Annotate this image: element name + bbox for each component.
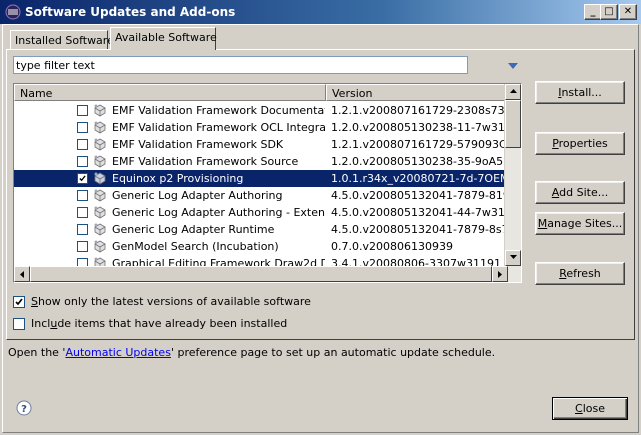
table-row[interactable]: EMF Validation Framework SDK 1.2.1.v20080… [14,136,506,153]
arrow-right-icon [498,271,502,278]
table-row[interactable]: EMF Validation Framework Source 1.2.0.v20… [14,153,506,170]
row-checkbox[interactable] [77,105,88,116]
row-checkbox[interactable] [77,173,88,184]
install-button[interactable]: Install... [535,81,625,104]
svg-text:?: ? [21,404,27,415]
help-icon[interactable]: ? [16,400,32,416]
show-latest-label: Show only the latest versions of availab… [31,295,311,308]
feature-version: 4.5.0.v200805132041-7879-8192A5 [331,189,506,202]
row-checkbox[interactable] [77,241,88,252]
arrow-left-icon [20,271,24,278]
table-row[interactable]: GenModel Search (Incubation) 0.7.0.v20080… [14,238,506,255]
plugin-icon [94,223,106,236]
row-checkbox[interactable] [77,156,88,167]
add-site-button[interactable]: Add Site... [535,181,625,204]
row-checkbox[interactable] [77,224,88,235]
feature-name: EMF Validation Framework SDK [112,138,284,151]
refresh-button[interactable]: Refresh [535,262,625,285]
properties-button[interactable]: Properties [535,132,625,155]
table-row[interactable]: Generic Log Adapter Authoring 4.5.0.v2008… [14,187,506,204]
feature-version: 1.2.1.v200807161729-2308s733I3E6 [331,104,506,117]
tab-available-software[interactable]: Available Software [110,27,217,50]
column-header-version[interactable]: Version [326,84,521,101]
feature-name: Generic Log Adapter Authoring [112,189,283,202]
scroll-right-button[interactable] [492,266,508,282]
column-header-name[interactable]: Name [14,84,326,101]
scroll-up-button[interactable] [505,84,521,100]
close-button[interactable]: Close [552,397,628,420]
row-checkbox[interactable] [77,139,88,150]
feature-version: 1.2.0.v200805130238-35-9oA55S5LI [331,155,506,168]
manage-sites-button[interactable]: Manage Sites... [535,212,625,235]
plugin-icon [94,172,106,185]
scroll-left-button[interactable] [14,266,30,282]
info-suffix: ' preference page to set up an automatic… [170,346,496,359]
feature-version: 1.2.0.v200805130238-11-7w311916 [331,121,506,134]
feature-version: 4.5.0.v200805132041-44-7w311916 [331,206,506,219]
row-checkbox[interactable] [77,190,88,201]
feature-name: GenModel Search (Incubation) [112,240,279,253]
info-prefix: Open the ' [8,346,66,359]
plugin-icon [94,104,106,117]
row-checkbox[interactable] [77,122,88,133]
tab-installed-software[interactable]: Installed Software [10,30,114,50]
feature-version: 0.7.0.v200806130939 [331,240,453,253]
vertical-scroll-thumb[interactable] [505,100,521,148]
checkmark-icon [79,175,86,182]
scroll-down-button[interactable] [505,250,521,266]
feature-name: EMF Validation Framework Documentation [112,104,325,117]
automatic-updates-info: Open the 'Automatic Updates' preference … [8,346,495,359]
checkmark-icon [15,298,23,306]
vertical-scrollbar[interactable] [504,84,521,266]
dropdown-arrow-icon[interactable] [507,62,519,70]
tab-label: Installed Software [15,34,114,47]
maximize-button[interactable]: □ [600,4,618,20]
plugin-icon [94,240,106,253]
feature-name: EMF Validation Framework Source [112,155,299,168]
feature-version: 1.2.1.v200807161729-579093C7YxT [331,138,506,151]
plugin-icon [94,189,106,202]
feature-name: Generic Log Adapter Authoring - Extensio… [112,206,325,219]
tab-label: Available Software [115,31,217,44]
feature-name: Equinox p2 Provisioning [112,172,244,185]
horizontal-scrollbar[interactable] [14,266,521,282]
table-row[interactable]: Generic Log Adapter Authoring - Extensio… [14,204,506,221]
automatic-updates-link[interactable]: Automatic Updates [65,346,170,359]
plugin-icon [94,155,106,168]
row-checkbox[interactable] [77,207,88,218]
eclipse-icon [5,4,21,20]
feature-version: 4.5.0.v200805132041-7879-8s733I3 [331,223,506,236]
show-latest-checkbox[interactable] [13,296,25,308]
window-title: Software Updates and Add-ons [25,5,236,19]
feature-version: 1.0.1.r34x_v20080721-7d-7OEMsLA [331,172,506,185]
software-table: Name Version EMF Validation Framework Do… [13,83,522,283]
title-bar[interactable]: Software Updates and Add-ons _ □ ✕ [0,0,641,24]
arrow-up-icon [510,89,517,93]
plugin-icon [94,206,106,219]
filter-input[interactable] [13,56,468,74]
table-row[interactable]: Generic Log Adapter Runtime 4.5.0.v200805… [14,221,506,238]
close-window-button[interactable]: ✕ [619,4,637,20]
feature-name: Generic Log Adapter Runtime [112,223,275,236]
feature-name: EMF Validation Framework OCL Integration… [112,121,325,134]
table-row[interactable]: EMF Validation Framework OCL Integration… [14,119,506,136]
include-installed-checkbox[interactable] [13,318,25,330]
plugin-icon [94,121,106,134]
plugin-icon [94,138,106,151]
arrow-down-icon [510,255,517,259]
table-row[interactable]: Equinox p2 Provisioning 1.0.1.r34x_v20080… [14,170,506,187]
horizontal-scroll-thumb[interactable] [30,266,492,282]
table-row[interactable]: EMF Validation Framework Documentation 1.… [14,102,506,119]
include-installed-label: Include items that have already been ins… [31,317,288,330]
